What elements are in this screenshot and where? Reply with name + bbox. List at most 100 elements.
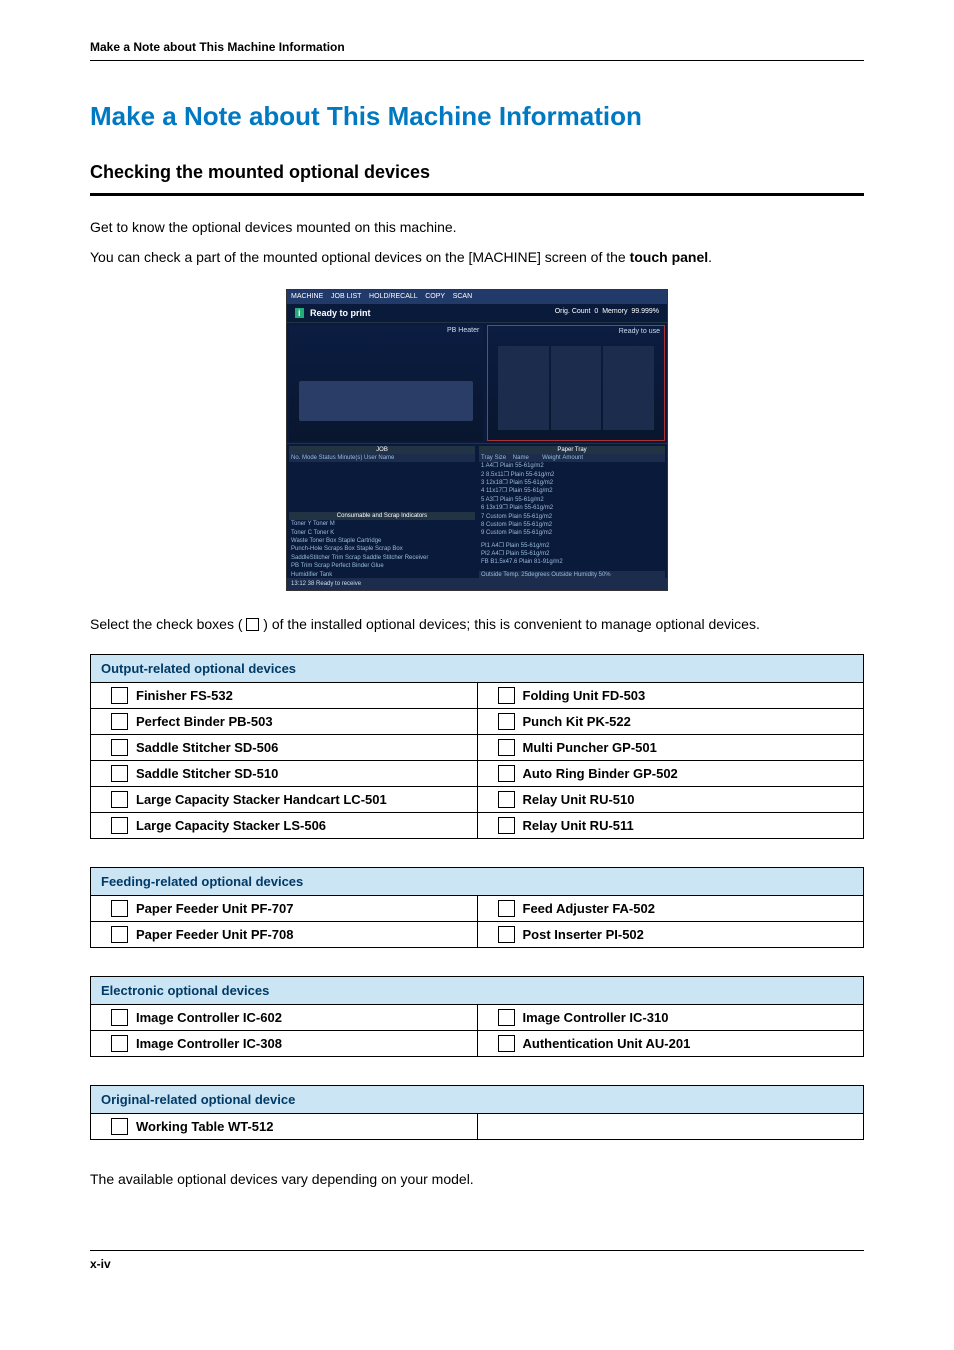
table-cell: Image Controller IC-310 bbox=[477, 1004, 864, 1030]
device-label: Saddle Stitcher SD-506 bbox=[136, 740, 278, 755]
device-label: Saddle Stitcher SD-510 bbox=[136, 766, 278, 781]
job-column: JOB No. Mode Status Minute(s) User Name … bbox=[289, 446, 475, 582]
machine-illustration-left: PB Heater bbox=[289, 325, 483, 441]
running-header: Make a Note about This Machine Informati… bbox=[90, 40, 864, 61]
machine-illustration-right: Ready to use bbox=[487, 325, 665, 441]
device-label: Paper Feeder Unit PF-708 bbox=[136, 927, 294, 942]
device-label: Multi Puncher GP-501 bbox=[523, 740, 657, 755]
device-label: Finisher FS-532 bbox=[136, 688, 233, 703]
table-header: Electronic optional devices bbox=[91, 976, 864, 1004]
table-cell: Large Capacity Stacker LS-506 bbox=[91, 812, 478, 838]
device-checkbox[interactable] bbox=[498, 817, 515, 834]
table-cell: Folding Unit FD-503 bbox=[477, 682, 864, 708]
device-checkbox[interactable] bbox=[111, 926, 128, 943]
device-checkbox[interactable] bbox=[111, 739, 128, 756]
original-devices-table: Original-related optional device Working… bbox=[90, 1085, 864, 1140]
electronic-devices-table: Electronic optional devices Image Contro… bbox=[90, 976, 864, 1057]
screenshot-container: MACHINE JOB LIST HOLD/RECALL COPY SCAN i… bbox=[90, 289, 864, 596]
table-cell: Perfect Binder PB-503 bbox=[91, 708, 478, 734]
page-title: Make a Note about This Machine Informati… bbox=[90, 101, 864, 132]
device-checkbox[interactable] bbox=[111, 765, 128, 782]
device-checkbox[interactable] bbox=[498, 713, 515, 730]
table-row: Large Capacity Stacker Handcart LC-501 Re… bbox=[91, 786, 864, 812]
table-cell: Saddle Stitcher SD-510 bbox=[91, 760, 478, 786]
panel-status: i Ready to print Orig. Count 0 Memory 99… bbox=[287, 304, 667, 323]
table-header: Feeding-related optional devices bbox=[91, 867, 864, 895]
table-cell: Image Controller IC-308 bbox=[91, 1030, 478, 1056]
device-label: Relay Unit RU-510 bbox=[523, 792, 635, 807]
intro-2-bold: touch panel bbox=[630, 249, 709, 265]
feeding-devices-table: Feeding-related optional devices Paper F… bbox=[90, 867, 864, 948]
device-checkbox[interactable] bbox=[111, 1118, 128, 1135]
table-cell: Finisher FS-532 bbox=[91, 682, 478, 708]
table-cell: Paper Feeder Unit PF-708 bbox=[91, 921, 478, 947]
device-checkbox[interactable] bbox=[498, 926, 515, 943]
table-cell: Relay Unit RU-511 bbox=[477, 812, 864, 838]
table-row: Finisher FS-532 Folding Unit FD-503 bbox=[91, 682, 864, 708]
device-checkbox[interactable] bbox=[111, 817, 128, 834]
table-row: Image Controller IC-602 Image Controller … bbox=[91, 1004, 864, 1030]
table-cell: Paper Feeder Unit PF-707 bbox=[91, 895, 478, 921]
device-checkbox[interactable] bbox=[111, 1009, 128, 1026]
table-row: Saddle Stitcher SD-506 Multi Puncher GP-5… bbox=[91, 734, 864, 760]
intro-line-1: Get to know the optional devices mounted… bbox=[90, 216, 864, 238]
page-footer: x-iv bbox=[90, 1250, 864, 1271]
device-label: Feed Adjuster FA-502 bbox=[523, 901, 655, 916]
device-checkbox[interactable] bbox=[111, 687, 128, 704]
table-cell: Authentication Unit AU-201 bbox=[477, 1030, 864, 1056]
device-checkbox[interactable] bbox=[498, 687, 515, 704]
device-label: Auto Ring Binder GP-502 bbox=[523, 766, 678, 781]
checkbox-instruction: Select the check boxes ( ) of the instal… bbox=[90, 616, 864, 632]
table-row: Working Table WT-512 bbox=[91, 1113, 864, 1139]
table-cell: Image Controller IC-602 bbox=[91, 1004, 478, 1030]
table-cell: Relay Unit RU-510 bbox=[477, 786, 864, 812]
device-label: Relay Unit RU-511 bbox=[523, 818, 634, 833]
device-label: Image Controller IC-308 bbox=[136, 1036, 282, 1051]
table-row: Paper Feeder Unit PF-708 Post Inserter PI… bbox=[91, 921, 864, 947]
device-checkbox[interactable] bbox=[111, 791, 128, 808]
device-label: Large Capacity Stacker Handcart LC-501 bbox=[136, 792, 387, 807]
intro-2c: . bbox=[708, 249, 712, 265]
device-label: Paper Feeder Unit PF-707 bbox=[136, 901, 294, 916]
table-row: Image Controller IC-308 Authentication Un… bbox=[91, 1030, 864, 1056]
device-checkbox[interactable] bbox=[111, 900, 128, 917]
device-checkbox[interactable] bbox=[498, 765, 515, 782]
device-checkbox[interactable] bbox=[498, 900, 515, 917]
output-devices-table: Output-related optional devices Finisher… bbox=[90, 654, 864, 839]
device-checkbox[interactable] bbox=[498, 1009, 515, 1026]
table-cell: Saddle Stitcher SD-506 bbox=[91, 734, 478, 760]
toner-list: Toner Y Toner MToner C Toner KWaste Tone… bbox=[289, 520, 475, 579]
device-checkbox[interactable] bbox=[498, 1035, 515, 1052]
table-cell: Working Table WT-512 bbox=[91, 1113, 478, 1139]
device-checkbox[interactable] bbox=[498, 739, 515, 756]
intro-line-2: You can check a part of the mounted opti… bbox=[90, 246, 864, 268]
table-cell: Feed Adjuster FA-502 bbox=[477, 895, 864, 921]
table-cell: Punch Kit PK-522 bbox=[477, 708, 864, 734]
device-label: Large Capacity Stacker LS-506 bbox=[136, 818, 326, 833]
device-label: Post Inserter PI-502 bbox=[523, 927, 644, 942]
table-row: Saddle Stitcher SD-510 Auto Ring Binder G… bbox=[91, 760, 864, 786]
machine-panel: MACHINE JOB LIST HOLD/RECALL COPY SCAN i… bbox=[286, 289, 668, 591]
table-row: Large Capacity Stacker LS-506 Relay Unit … bbox=[91, 812, 864, 838]
table-cell: Large Capacity Stacker Handcart LC-501 bbox=[91, 786, 478, 812]
device-label: Image Controller IC-310 bbox=[523, 1010, 669, 1025]
table-row: Perfect Binder PB-503 Punch Kit PK-522 bbox=[91, 708, 864, 734]
intro-2a: You can check a part of the mounted opti… bbox=[90, 249, 630, 265]
device-label: Folding Unit FD-503 bbox=[523, 688, 646, 703]
device-label: Working Table WT-512 bbox=[136, 1119, 273, 1134]
table-cell-empty bbox=[477, 1113, 864, 1139]
device-checkbox[interactable] bbox=[498, 791, 515, 808]
device-checkbox[interactable] bbox=[111, 713, 128, 730]
device-checkbox[interactable] bbox=[111, 1035, 128, 1052]
section-title: Checking the mounted optional devices bbox=[90, 162, 864, 196]
device-label: Image Controller IC-602 bbox=[136, 1010, 282, 1025]
table-cell: Post Inserter PI-502 bbox=[477, 921, 864, 947]
table-header: Output-related optional devices bbox=[91, 654, 864, 682]
device-label: Punch Kit PK-522 bbox=[523, 714, 631, 729]
checkbox-icon bbox=[246, 618, 259, 631]
table-row: Paper Feeder Unit PF-707 Feed Adjuster FA… bbox=[91, 895, 864, 921]
device-label: Authentication Unit AU-201 bbox=[523, 1036, 691, 1051]
closing-note: The available optional devices vary depe… bbox=[90, 1168, 864, 1190]
table-cell: Auto Ring Binder GP-502 bbox=[477, 760, 864, 786]
table-header: Original-related optional device bbox=[91, 1085, 864, 1113]
